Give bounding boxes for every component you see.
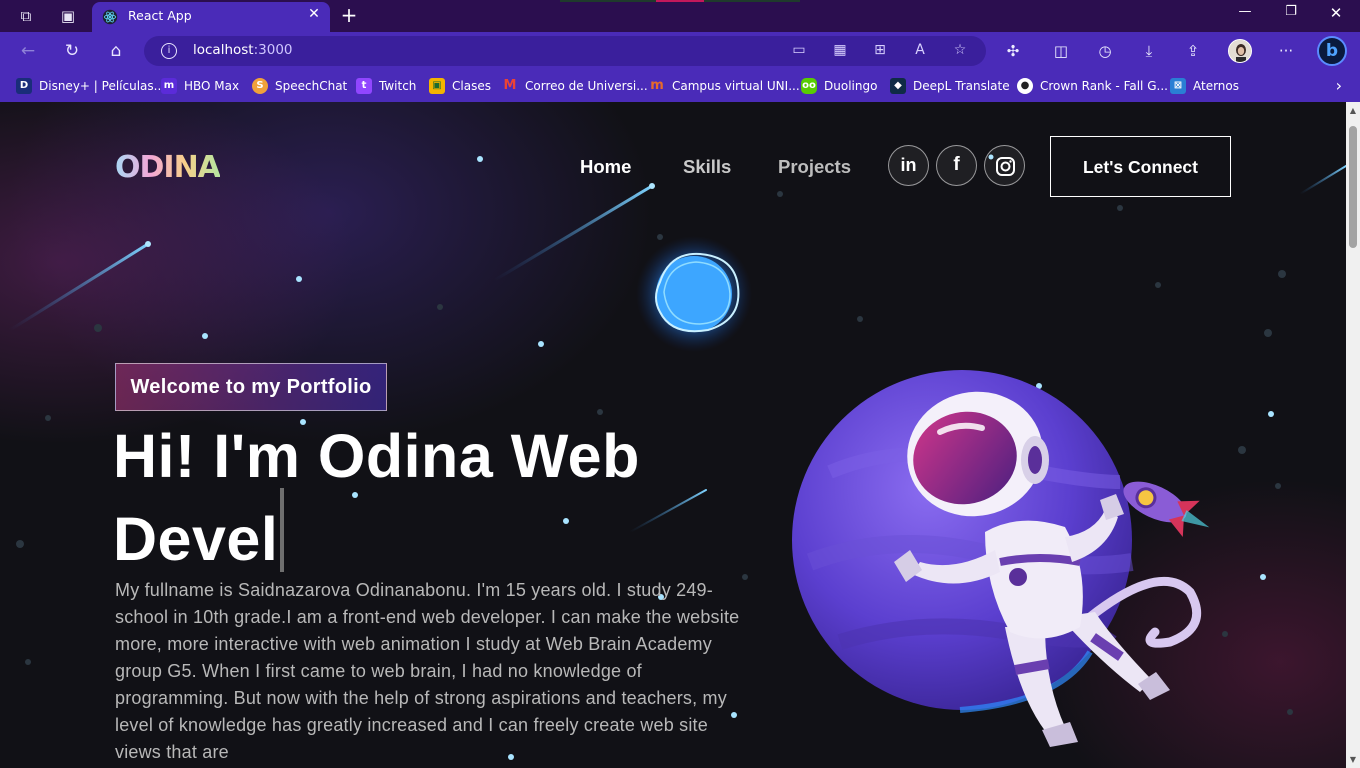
headline-line-2: Devel	[113, 488, 773, 572]
lets-connect-button[interactable]: Let's Connect	[1050, 136, 1231, 197]
restore-icon[interactable]: ❐	[1271, 4, 1311, 19]
suit-badge	[1009, 568, 1027, 586]
comet	[1299, 165, 1346, 195]
refresh-icon[interactable]: ↻	[60, 40, 84, 62]
tab-actions-icon[interactable]: ▣	[54, 4, 82, 28]
comet	[8, 242, 150, 332]
favorite-item[interactable]: ● Crown Rank - Fall G...	[1017, 77, 1168, 95]
more-options-icon[interactable]: ···	[1274, 40, 1298, 62]
campus-icon: m	[650, 78, 664, 93]
classroom-icon: ▣	[429, 78, 445, 94]
favorite-item[interactable]: ◆ DeepL Translate	[890, 77, 1010, 95]
workspaces-icon[interactable]: ⧉	[12, 4, 40, 28]
hero-headline: Hi! I'm Odina Web Devel	[113, 424, 773, 572]
favorite-item[interactable]: M Correo de Universi...	[502, 77, 648, 95]
favorites-more-icon[interactable]: ›	[1336, 76, 1342, 95]
portfolio-page: ODINA Home Skills Projects in f Let's Co…	[0, 102, 1346, 768]
bing-copilot-icon[interactable]: b	[1317, 36, 1347, 66]
url-text[interactable]: localhost:3000	[193, 42, 293, 58]
url-field[interactable]: i localhost:3000 ▭ ▦ ⊞ A ☆	[144, 36, 986, 66]
scroll-up-icon[interactable]: ▲	[1349, 106, 1357, 115]
hbo-max-icon: m	[161, 78, 177, 94]
speechchat-icon: S	[252, 78, 268, 94]
tab-close-icon[interactable]: ✕	[304, 6, 324, 22]
scroll-down-icon[interactable]: ▼	[1349, 755, 1357, 764]
star	[538, 341, 544, 347]
astronaut-illustration	[792, 370, 1210, 747]
nav-projects[interactable]: Projects	[778, 156, 851, 178]
browser-tab[interactable]: React App ✕	[92, 2, 330, 32]
scroll-thumb[interactable]	[1349, 126, 1357, 248]
duolingo-icon: oo	[801, 78, 817, 94]
favorite-star-icon[interactable]: ☆	[950, 42, 970, 60]
facebook-icon[interactable]: f	[936, 145, 977, 186]
star	[296, 276, 302, 282]
helmet-ear-inner	[1028, 446, 1042, 474]
minimize-icon[interactable]: —	[1225, 4, 1265, 19]
star	[649, 183, 655, 189]
profile-photo-icon	[1229, 40, 1251, 62]
welcome-badge: Welcome to my Portfolio	[115, 363, 387, 411]
downloads-icon[interactable]: ⤓	[1137, 40, 1161, 62]
browser-titlebar: ⧉ ▣ React App ✕ + — ❐ ✕	[0, 0, 1360, 32]
read-aloud-icon[interactable]: A	[910, 42, 930, 60]
disney-icon: D	[16, 78, 32, 94]
linkedin-icon[interactable]: in	[888, 145, 929, 186]
favorite-item[interactable]: m HBO Max	[161, 77, 239, 95]
new-tab-icon[interactable]: +	[338, 3, 360, 27]
app-available-icon[interactable]: ▭	[789, 42, 809, 60]
twitch-icon: t	[356, 78, 372, 94]
nav-skills[interactable]: Skills	[683, 156, 731, 178]
instagram-icon[interactable]	[984, 145, 1025, 186]
address-bar: ← ↻ ⌂ i localhost:3000 ▭ ▦ ⊞ A ☆ ✣ ◫ ◷ ⤓…	[0, 32, 1360, 70]
star	[145, 241, 151, 247]
bio-paragraph: My fullname is Saidnazarova Odinanabonu.…	[115, 580, 740, 762]
profile-avatar[interactable]	[1228, 39, 1252, 63]
favorite-item[interactable]: oo Duolingo	[801, 77, 877, 95]
extensions-grid-icon[interactable]: ⊞	[870, 42, 890, 60]
star	[202, 333, 208, 339]
close-window-icon[interactable]: ✕	[1316, 4, 1356, 22]
crown-rank-icon: ●	[1017, 78, 1033, 94]
typing-cursor	[280, 488, 285, 572]
favorite-item[interactable]: t Twitch	[356, 77, 416, 95]
aternos-icon: ⊠	[1170, 78, 1186, 94]
history-icon[interactable]: ◷	[1093, 40, 1117, 62]
star	[1268, 411, 1274, 417]
comet	[493, 184, 654, 282]
title-strip	[656, 0, 704, 2]
favorite-item[interactable]: S SpeechChat	[252, 77, 347, 95]
nav-home[interactable]: Home	[580, 156, 631, 178]
star	[477, 156, 483, 162]
favorites-bar: D Disney+ | Películas... m HBO Max S Speech…	[0, 70, 1360, 102]
site-logo[interactable]: ODINA	[115, 150, 221, 185]
gmail-icon: M	[503, 78, 517, 93]
home-icon[interactable]: ⌂	[104, 40, 128, 62]
deepl-icon: ◆	[890, 78, 906, 94]
favorite-item[interactable]: ⊠ Aternos	[1170, 77, 1239, 95]
favorite-item[interactable]: m Campus virtual UNI...	[649, 77, 799, 95]
site-info-icon[interactable]: i	[161, 43, 177, 59]
favorite-item[interactable]: D Disney+ | Películas...	[16, 77, 165, 95]
extensions-icon[interactable]: ✣	[1001, 40, 1025, 62]
split-screen-icon[interactable]: ◫	[1049, 40, 1073, 62]
tab-title: React App	[128, 8, 192, 23]
react-icon	[102, 9, 118, 25]
title-strip	[560, 0, 656, 2]
suit-stripe	[999, 554, 1081, 566]
star	[1260, 574, 1266, 580]
page-scrollbar[interactable]: ▲ ▼	[1346, 102, 1360, 768]
instagram-glyph	[996, 157, 1015, 176]
back-icon[interactable]: ←	[16, 40, 40, 62]
title-strip	[704, 0, 800, 2]
favorite-item[interactable]: ▣ Clases	[429, 77, 491, 95]
headline-line-1: Hi! I'm Odina Web	[113, 422, 640, 490]
share-icon[interactable]: ⇪	[1181, 40, 1205, 62]
tab-grid-icon[interactable]: ▦	[830, 42, 850, 60]
